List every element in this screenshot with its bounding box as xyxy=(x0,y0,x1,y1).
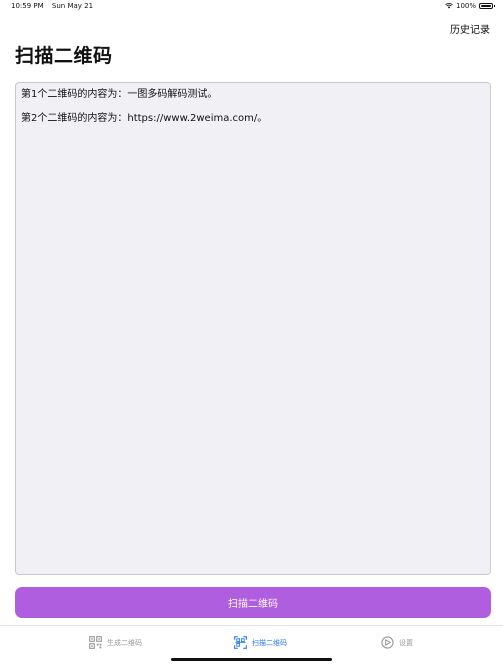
battery-percent: 100% xyxy=(455,2,476,10)
wifi-icon xyxy=(445,3,453,9)
settings-icon xyxy=(381,636,394,649)
tab-generate-label: 生成二维码 xyxy=(107,638,142,647)
status-bar: 10:59 PM Sun May 21 100% xyxy=(0,0,503,14)
home-indicator[interactable] xyxy=(171,658,332,661)
page-title: 扫描二维码 xyxy=(15,45,113,67)
scan-qr-button[interactable]: 扫描二维码 xyxy=(15,587,491,618)
result-line-1: 第1个二维码的内容为：一图多码解码测试。 xyxy=(21,89,218,100)
tab-scan-qr[interactable]: 扫描二维码 xyxy=(234,636,287,649)
result-text-area[interactable]: 第1个二维码的内容为：一图多码解码测试。 第2个二维码的内容为：https://… xyxy=(15,82,491,575)
battery-icon xyxy=(479,3,495,9)
history-button[interactable]: 历史记录 xyxy=(450,21,490,36)
app-screen: 10:59 PM Sun May 21 100% 历史记录 扫描二维码 第1个二… xyxy=(0,0,503,665)
scan-qr-icon xyxy=(234,636,247,649)
qr-code-icon xyxy=(89,636,102,649)
tab-scan-label: 扫描二维码 xyxy=(252,638,287,647)
tab-settings[interactable]: 设置 xyxy=(381,636,413,649)
status-left: 10:59 PM Sun May 21 xyxy=(11,2,93,10)
tab-settings-label: 设置 xyxy=(399,638,413,647)
tab-generate-qr[interactable]: 生成二维码 xyxy=(89,636,142,649)
status-time: 10:59 PM xyxy=(11,2,44,10)
status-right: 100% xyxy=(445,2,495,10)
status-date: Sun May 21 xyxy=(51,2,94,10)
result-line-2: 第2个二维码的内容为：https://www.2weima.com/。 xyxy=(21,113,268,124)
